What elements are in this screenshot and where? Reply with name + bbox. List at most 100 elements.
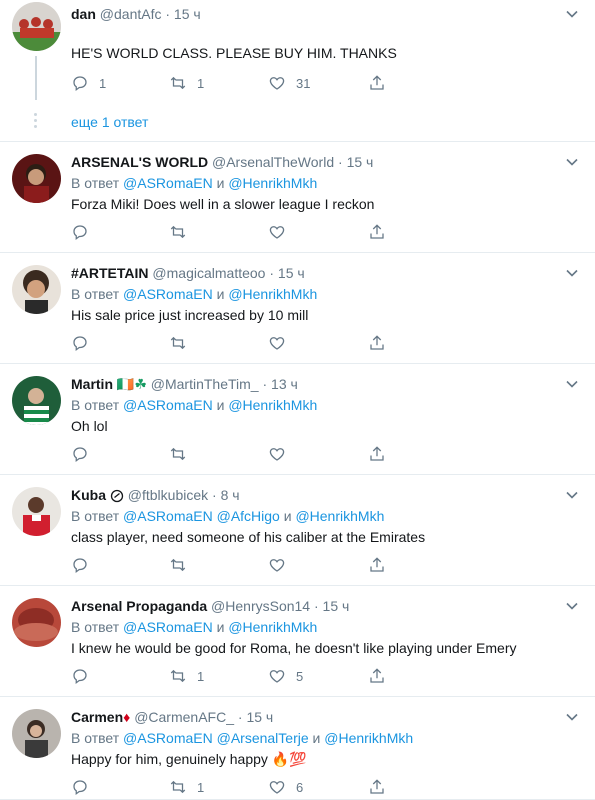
avatar[interactable] (12, 598, 61, 647)
display-name[interactable]: Kuba (71, 487, 106, 503)
tweet-dan[interactable]: dan @dantAfc · 15 ч HE'S WORLD CLASS. PL… (0, 0, 595, 142)
mention-link[interactable]: @HenrikhMkh (324, 730, 413, 746)
tweet[interactable]: #ARTETAIN @magicalmatteoo · 15 ч В ответ … (0, 253, 595, 364)
mention-joiner: и (216, 286, 225, 302)
timestamp[interactable]: 15 ч (278, 265, 305, 281)
mention-link[interactable]: @ASRomaEN (123, 397, 213, 413)
chevron-down-icon[interactable] (565, 7, 579, 21)
share-button[interactable] (368, 333, 386, 353)
chevron-down-icon[interactable] (565, 488, 579, 502)
avatar[interactable] (12, 709, 61, 758)
like-button[interactable]: 6 (268, 777, 303, 797)
share-button[interactable] (368, 555, 386, 575)
user-handle[interactable]: @magicalmatteoo (152, 265, 265, 281)
mention-link[interactable]: @ASRomaEN (123, 730, 213, 746)
user-handle[interactable]: @ftblkubicek (128, 487, 208, 503)
mention-link[interactable]: @HenrikhMkh (228, 619, 317, 635)
share-button[interactable] (368, 666, 386, 686)
chevron-down-icon[interactable] (565, 155, 579, 169)
retweet-button[interactable]: 1 (169, 666, 204, 686)
reply-button[interactable] (71, 555, 89, 575)
retweet-icon (170, 780, 186, 794)
retweet-icon (170, 447, 186, 461)
mention-link[interactable]: @HenrikhMkh (228, 175, 317, 191)
like-button[interactable] (268, 333, 286, 353)
avatar[interactable] (12, 154, 61, 203)
mention-link[interactable]: @ASRomaEN (123, 175, 213, 191)
tweet[interactable]: Kuba @ftblkubicek · 8 ч В ответ @ASRomaEN… (0, 475, 595, 586)
share-button[interactable] (368, 73, 386, 93)
retweet-button[interactable] (169, 444, 187, 464)
separator-dot: · (313, 598, 319, 614)
tweet[interactable]: Carmen♦ @CarmenAFC_ · 15 ч В ответ @ASRom… (0, 697, 595, 800)
retweet-button[interactable] (169, 222, 187, 242)
timestamp[interactable]: 15 ч (246, 709, 273, 725)
display-name[interactable]: #ARTETAIN (71, 265, 149, 281)
reply-icon (73, 76, 87, 92)
separator-dot: · (338, 154, 343, 170)
like-button[interactable] (268, 444, 286, 464)
avatar[interactable] (12, 265, 61, 314)
reply-button[interactable] (71, 444, 89, 464)
user-handle[interactable]: @ArsenalTheWorld (212, 154, 334, 170)
display-name[interactable]: Martin (71, 376, 113, 392)
timestamp[interactable]: 15 ч (323, 598, 350, 614)
reply-button[interactable]: 1 (71, 73, 106, 93)
reply-button[interactable] (71, 333, 89, 353)
share-icon (370, 224, 384, 239)
tweet-actions: 15 (71, 666, 411, 686)
reply-button[interactable] (71, 222, 89, 242)
chevron-down-icon[interactable] (565, 266, 579, 280)
separator-dot: · (212, 487, 217, 503)
retweet-button[interactable] (169, 555, 187, 575)
mention-link[interactable]: @ArsenalTerje (217, 730, 309, 746)
mention-link[interactable]: @AfcHigo (217, 508, 280, 524)
like-button[interactable] (268, 555, 286, 575)
avatar[interactable] (12, 376, 61, 425)
mention-link[interactable]: @ASRomaEN (123, 508, 213, 524)
mention-link[interactable]: @HenrikhMkh (295, 508, 384, 524)
user-handle[interactable]: @MartinTheTim_ (151, 376, 259, 392)
tweet[interactable]: ARSENAL'S WORLD @ArsenalTheWorld · 15 ч В… (0, 142, 595, 253)
retweet-button[interactable]: 1 (169, 73, 204, 93)
user-handle[interactable]: @HenrysSon14 (211, 598, 310, 614)
mention-link[interactable]: @ASRomaEN (123, 619, 213, 635)
like-button[interactable] (268, 222, 286, 242)
timestamp[interactable]: 15 ч (174, 6, 201, 22)
display-name[interactable]: Arsenal Propaganda (71, 598, 207, 614)
like-button[interactable]: 31 (268, 73, 310, 93)
reply-prefix: В ответ (71, 397, 120, 413)
user-handle[interactable]: @CarmenAFC_ (134, 709, 234, 725)
tweet-actions: 1 1 31 (71, 73, 411, 93)
display-name[interactable]: dan (71, 6, 96, 22)
timestamp[interactable]: 15 ч (347, 154, 374, 170)
chevron-down-icon[interactable] (565, 710, 579, 724)
mention-link[interactable]: @ASRomaEN (123, 286, 213, 302)
like-count: 5 (296, 668, 304, 684)
timestamp[interactable]: 13 ч (271, 376, 298, 392)
avatar[interactable] (12, 487, 61, 536)
user-handle[interactable]: @dantAfc (100, 6, 162, 22)
timestamp[interactable]: 8 ч (221, 487, 240, 503)
chevron-down-icon[interactable] (565, 599, 579, 613)
show-more-replies-link[interactable]: еще 1 ответ (71, 114, 148, 130)
share-icon (370, 335, 384, 350)
tweet[interactable]: Arsenal Propaganda @HenrysSon14 · 15 ч В … (0, 586, 595, 697)
like-button[interactable]: 5 (268, 666, 303, 686)
avatar[interactable] (12, 2, 61, 51)
retweet-button[interactable] (169, 333, 187, 353)
mention-link[interactable]: @HenrikhMkh (228, 286, 317, 302)
chevron-down-icon[interactable] (565, 377, 579, 391)
like-count: 31 (296, 75, 311, 91)
share-button[interactable] (368, 222, 386, 242)
reply-button[interactable] (71, 777, 89, 797)
share-button[interactable] (368, 444, 386, 464)
reply-button[interactable] (71, 666, 89, 686)
tweet[interactable]: Martin 🇮🇪☘ @MartinTheTim_ · 13 ч В ответ … (0, 364, 595, 475)
retweet-button[interactable]: 1 (169, 777, 204, 797)
tweet-header: dan @dantAfc · 15 ч (71, 5, 201, 23)
display-name[interactable]: Carmen (71, 709, 123, 725)
mention-link[interactable]: @HenrikhMkh (228, 397, 317, 413)
display-name[interactable]: ARSENAL'S WORLD (71, 154, 208, 170)
share-button[interactable] (368, 777, 386, 797)
